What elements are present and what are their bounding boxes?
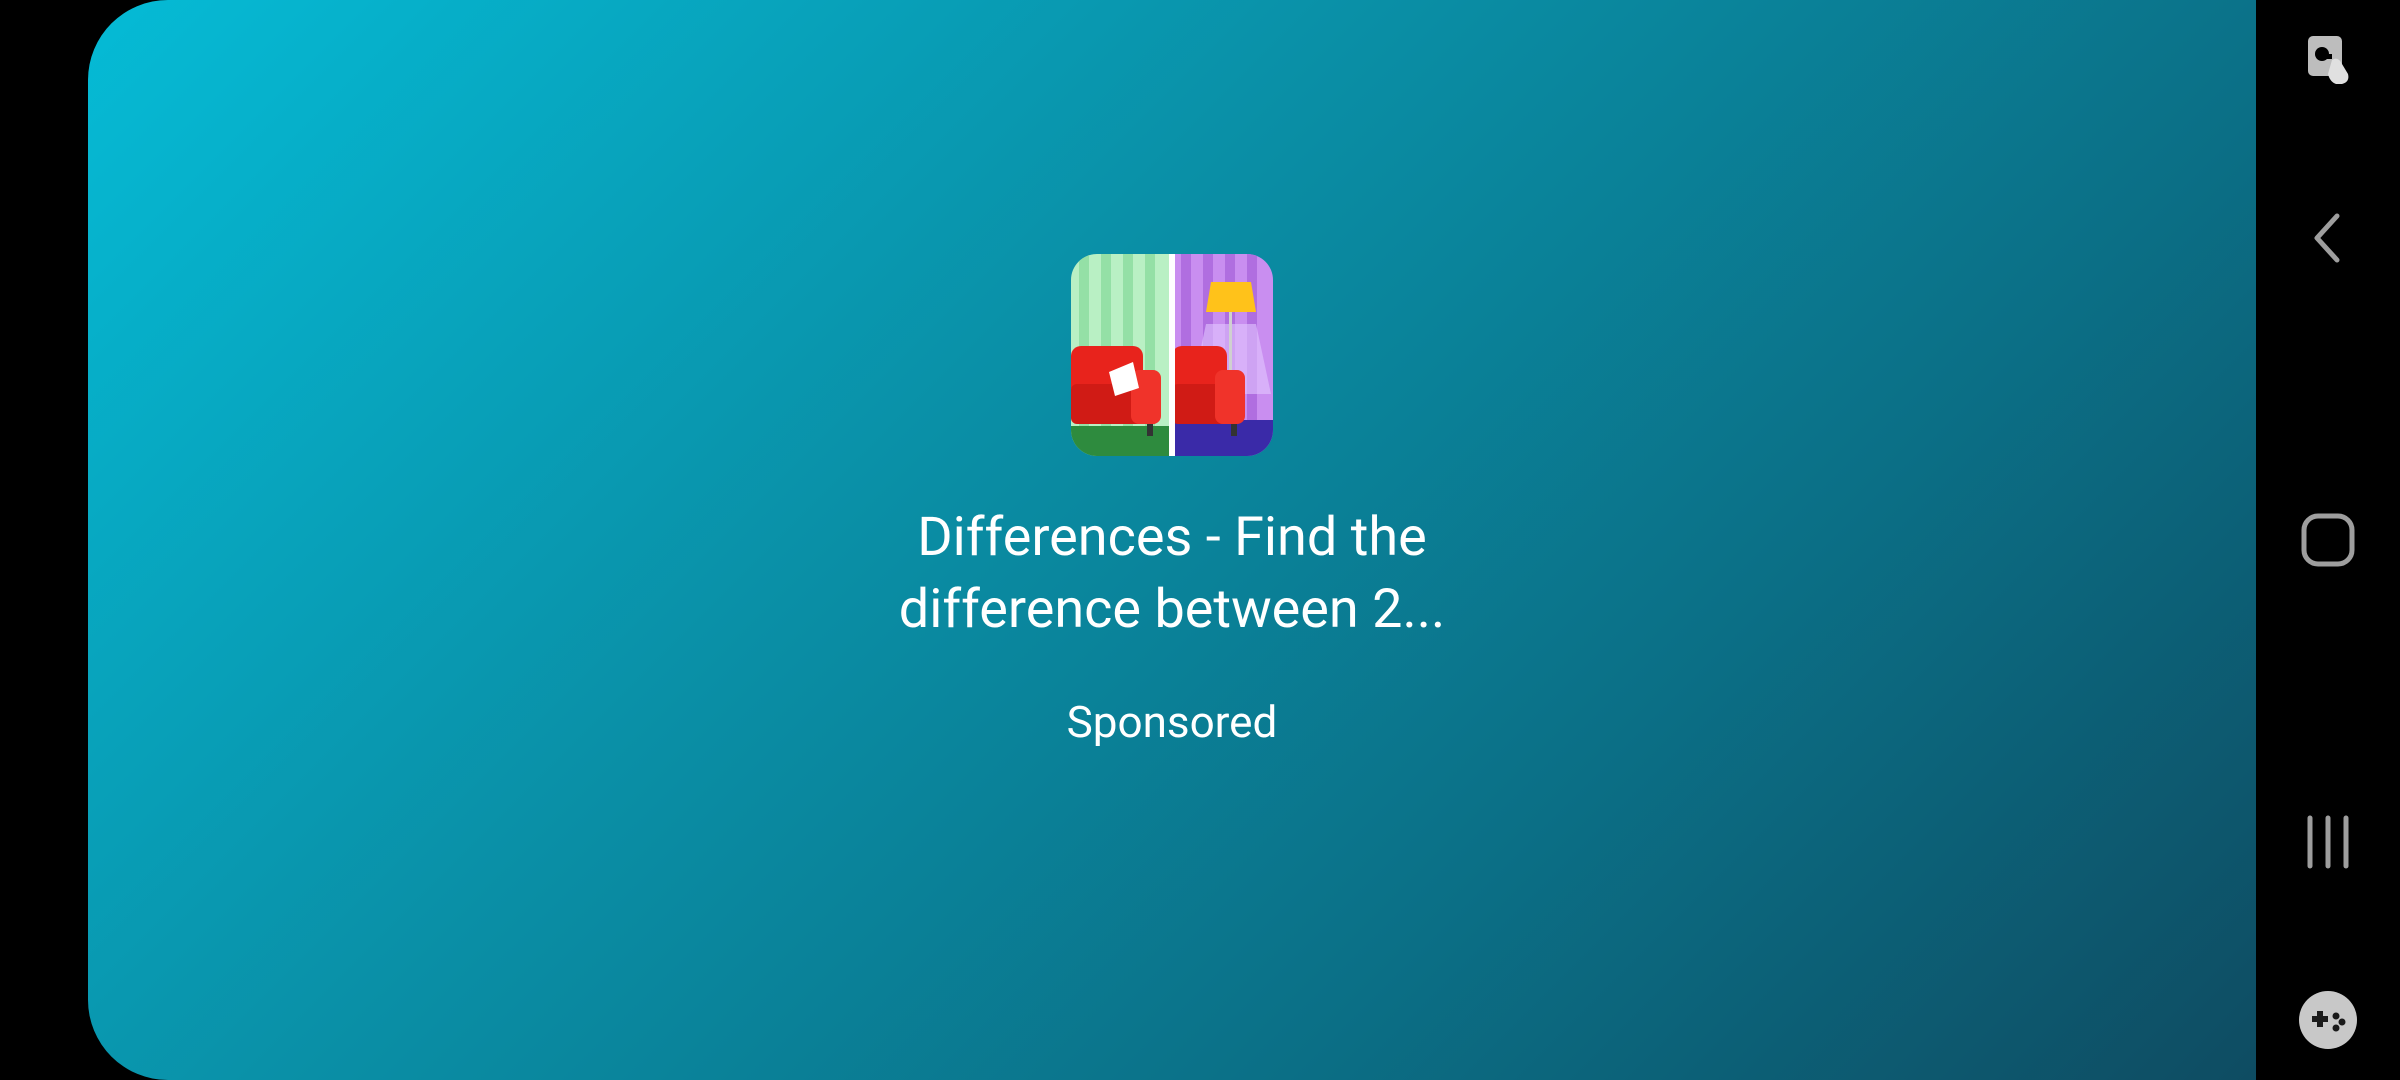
game-tools-button[interactable] (2256, 960, 2400, 1080)
accessibility-touch-icon (2308, 36, 2349, 84)
recents-button[interactable] (2256, 782, 2400, 902)
home-icon (2301, 513, 2355, 567)
game-tools-icon (2299, 991, 2357, 1049)
ad-panel[interactable]: Differences - Find the difference betwee… (88, 0, 2256, 1080)
recents-icon (2307, 815, 2349, 869)
back-button[interactable] (2256, 178, 2400, 298)
accessibility-touch-button[interactable] (2256, 0, 2400, 120)
phone-screen: Differences - Find the difference betwee… (0, 0, 2400, 1080)
app-title-line-1: Differences - Find the (917, 506, 1427, 569)
app-icon[interactable] (1071, 254, 1273, 456)
app-title[interactable]: Differences - Find the difference betwee… (838, 502, 1506, 646)
back-icon (2314, 213, 2340, 263)
sponsored-label: Sponsored (1066, 696, 1278, 748)
home-button[interactable] (2256, 480, 2400, 600)
differences-app-icon (1071, 254, 1273, 456)
navigation-bar (2256, 0, 2400, 1080)
app-title-line-2: difference between 2... (898, 578, 1446, 641)
